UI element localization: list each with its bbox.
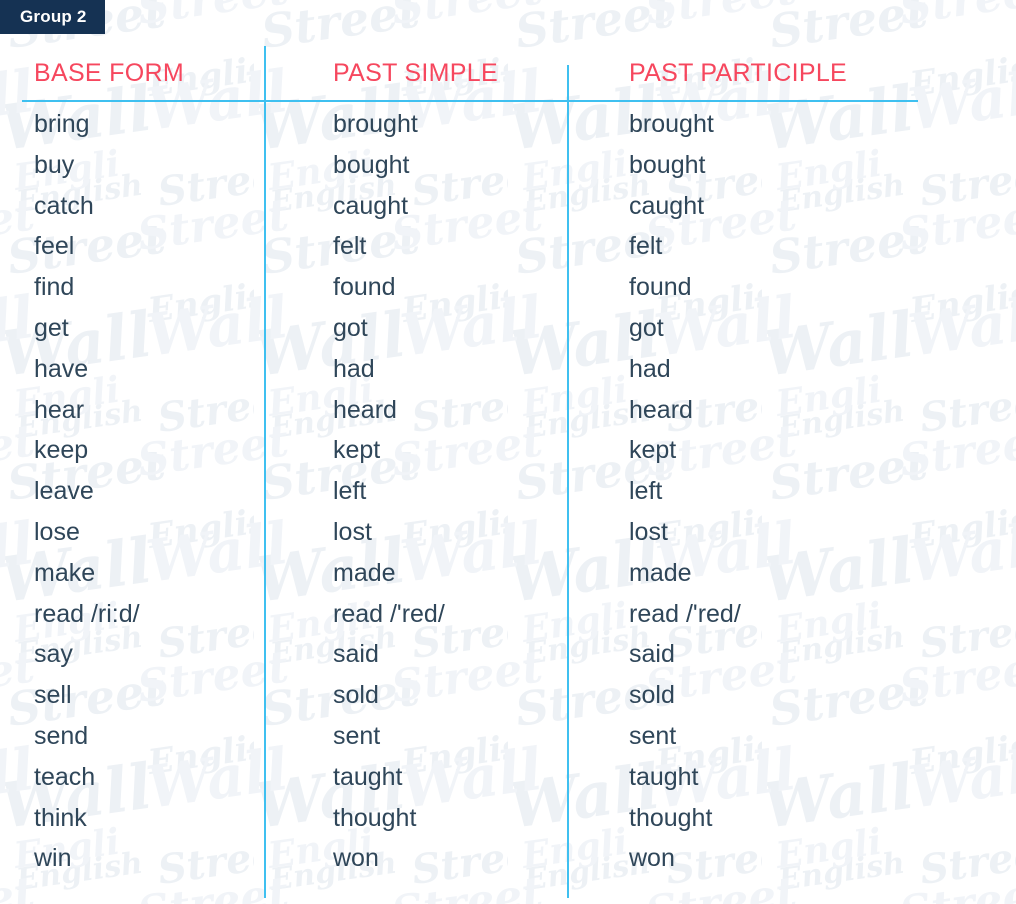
table-cell: got — [629, 313, 664, 342]
past-simple-list: brought bought caught felt found got had… — [333, 100, 561, 879]
table-cell: sent — [629, 721, 677, 750]
table-cell: heard — [333, 395, 397, 424]
table-cell: buy — [34, 150, 75, 179]
group-badge-label: Group 2 — [20, 7, 87, 26]
table-cell: caught — [333, 191, 409, 220]
table-cell: bought — [629, 150, 706, 179]
table-cell: heard — [629, 395, 693, 424]
verb-chart-page: Group 2 BASE FORM bring buy catch feel f… — [0, 0, 1016, 904]
table-cell: made — [629, 558, 692, 587]
table-cell: hear — [34, 395, 85, 424]
column-header-base-form: BASE FORM — [34, 58, 184, 87]
table-cell: said — [629, 640, 675, 669]
table-cell: find — [34, 273, 75, 302]
table-cell: made — [333, 558, 396, 587]
table-cell: sold — [333, 681, 379, 710]
table-cell: say — [34, 640, 73, 669]
base-form-list: bring buy catch feel find get have hear … — [34, 100, 259, 879]
table-cell: catch — [34, 191, 94, 220]
table-cell: bring — [34, 110, 90, 138]
table-cell: get — [34, 313, 69, 342]
table-cell: sold — [629, 681, 675, 710]
table-cell: felt — [333, 232, 367, 261]
table-cell: kept — [333, 436, 381, 465]
column-header-past-participle: PAST PARTICIPLE — [629, 58, 848, 87]
table-cell: won — [629, 844, 675, 873]
irregular-verbs-table: BASE FORM bring buy catch feel find get … — [0, 46, 1016, 904]
table-cell: felt — [629, 232, 663, 261]
column-past-simple: PAST SIMPLE brought bought caught felt f… — [333, 46, 561, 873]
column-divider-2 — [567, 65, 569, 898]
table-cell: got — [333, 313, 368, 342]
table-cell: sent — [333, 721, 381, 750]
table-cell: teach — [34, 762, 96, 791]
table-cell: lost — [333, 517, 372, 546]
table-cell: think — [34, 803, 87, 832]
column-header-past-simple: PAST SIMPLE — [333, 58, 498, 87]
table-cell: left — [333, 477, 367, 506]
table-cell: leave — [34, 477, 94, 506]
table-cell: win — [34, 844, 72, 873]
column-past-participle: PAST PARTICIPLE brought bought caught fe… — [629, 46, 909, 873]
table-cell: have — [34, 354, 89, 383]
table-cell: thought — [629, 803, 713, 832]
group-badge: Group 2 — [0, 0, 105, 34]
column-base-form: BASE FORM bring buy catch feel find get … — [34, 46, 259, 873]
table-cell: found — [629, 273, 692, 302]
table-cell: read /'red/ — [629, 599, 741, 628]
table-cell: found — [333, 273, 396, 302]
table-cell: sell — [34, 681, 72, 710]
table-cell: caught — [629, 191, 705, 220]
table-cell: had — [333, 354, 375, 383]
table-cell: thought — [333, 803, 417, 832]
table-cell: keep — [34, 436, 89, 465]
table-cell: taught — [629, 762, 699, 791]
table-cell: bought — [333, 150, 410, 179]
table-cell: read /'red/ — [333, 599, 445, 628]
table-cell: brought — [333, 110, 418, 138]
column-divider-1 — [264, 46, 266, 898]
table-cell: won — [333, 844, 379, 873]
table-cell: taught — [333, 762, 403, 791]
table-cell: feel — [34, 232, 75, 261]
table-cell: had — [629, 354, 671, 383]
table-cell: lost — [629, 517, 668, 546]
table-cell: lose — [34, 517, 80, 546]
table-cell: left — [629, 477, 663, 506]
past-participle-list: brought bought caught felt found got had… — [629, 100, 909, 879]
table-cell: read /ri:d/ — [34, 599, 140, 628]
table-cell: kept — [629, 436, 677, 465]
table-cell: send — [34, 721, 89, 750]
table-cell: make — [34, 558, 96, 587]
table-cell: brought — [629, 110, 714, 138]
table-cell: said — [333, 640, 379, 669]
